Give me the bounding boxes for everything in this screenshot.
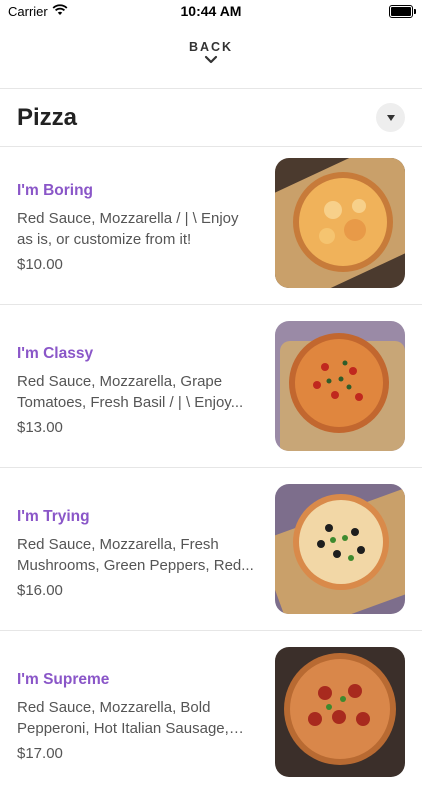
item-description: Red Sauce, Mozzarella, Grape Tomatoes, F… — [17, 373, 244, 411]
category-dropdown-button[interactable] — [376, 103, 405, 132]
pizza-photo — [275, 321, 405, 451]
back-label: BACK — [188, 40, 234, 54]
item-divider — [0, 630, 422, 631]
category-title: Pizza — [17, 104, 78, 131]
item-divider — [0, 304, 422, 305]
item-name: I'm Trying — [17, 508, 90, 525]
menu-item-classy[interactable]: I'm Classy Red Sauce, Mozzarella, Grape … — [0, 309, 422, 472]
menu-item-supreme[interactable]: I'm Supreme Red Sauce, Mozzarella, Bold … — [0, 635, 422, 798]
battery-icon — [389, 5, 416, 18]
item-name: I'm Boring — [17, 182, 94, 199]
pizza-photo — [275, 647, 405, 777]
item-price: $16.00 — [17, 582, 63, 599]
menu-item-boring[interactable]: I'm Boring Red Sauce, Mozzarella / | \ E… — [0, 146, 422, 309]
caret-down-icon — [386, 114, 395, 121]
item-price: $13.00 — [17, 419, 63, 436]
back-button[interactable]: BACK — [0, 40, 422, 80]
status-bar: Carrier 10:44 AM — [0, 0, 422, 24]
pizza-photo — [275, 484, 405, 614]
header-divider — [0, 88, 422, 89]
status-time: 10:44 AM — [180, 3, 242, 19]
item-description: Red Sauce, Mozzarella / | \ Enjoy as is,… — [17, 210, 239, 248]
menu-item-trying[interactable]: I'm Trying Red Sauce, Mozzarella, Fresh … — [0, 472, 422, 635]
item-description: Red Sauce, Mozzarella, Fresh Mushrooms, … — [17, 536, 254, 574]
chevron-down-icon — [204, 55, 218, 64]
item-name: I'm Classy — [17, 345, 94, 362]
item-name: I'm Supreme — [17, 671, 110, 688]
item-description: Red Sauce, Mozzarella, Bold Pepperoni, H… — [17, 699, 229, 737]
item-price: $17.00 — [17, 745, 63, 762]
item-divider — [0, 467, 422, 468]
item-price: $10.00 — [17, 256, 63, 273]
pizza-photo — [275, 158, 405, 288]
